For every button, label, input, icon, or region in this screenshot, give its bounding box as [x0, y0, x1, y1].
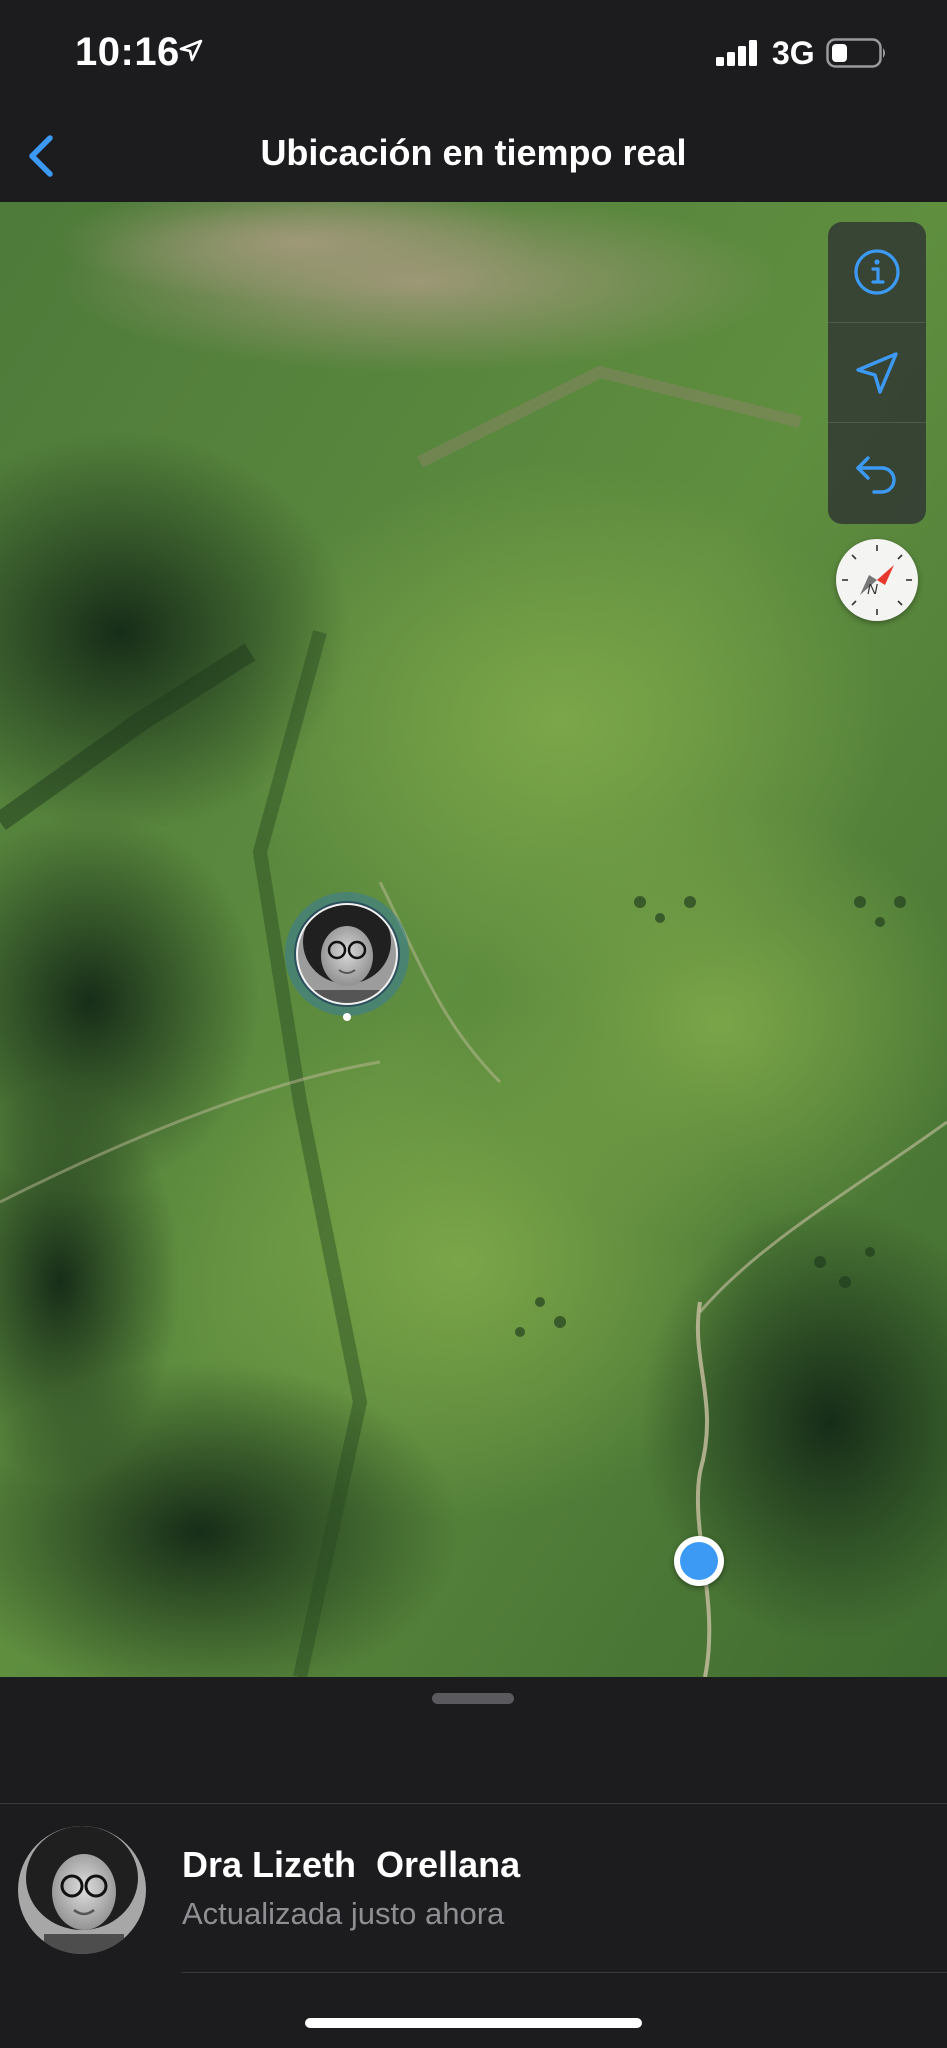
avatar [18, 1826, 146, 1954]
battery-icon [826, 38, 888, 73]
compass-north-label: N [867, 581, 878, 598]
sheet-grabber[interactable] [432, 1693, 514, 1704]
network-label: 3G [772, 35, 815, 71]
map-controls [828, 222, 926, 524]
current-location-dot[interactable] [674, 1536, 724, 1586]
contact-row[interactable]: Dra Lizeth Orellana Actualizada justo ah… [0, 1804, 947, 1974]
contact-name: Dra Lizeth Orellana [182, 1844, 521, 1885]
row-divider [182, 1972, 947, 1973]
location-arrow-icon [856, 352, 898, 394]
compass-icon [842, 545, 912, 615]
navigation-bar: Ubicación en tiempo real [0, 110, 947, 202]
contact-status: Actualizada justo ahora [182, 1896, 505, 1931]
info-icon [854, 249, 900, 295]
status-time: 10:16 [75, 30, 180, 74]
friend-location-pin[interactable] [282, 892, 412, 1022]
track-location-button[interactable] [828, 322, 926, 423]
status-bar: 10:16 3G [0, 0, 947, 110]
signal-icon [716, 40, 760, 71]
bottom-sheet[interactable]: Dra Lizeth Orellana Actualizada justo ah… [0, 1677, 947, 2048]
home-indicator[interactable] [305, 2018, 642, 2028]
undo-arrow-icon [856, 456, 896, 494]
location-arrow-icon [178, 38, 204, 69]
info-button[interactable] [828, 222, 926, 322]
compass-button[interactable]: N [836, 539, 918, 621]
return-button[interactable] [828, 422, 926, 523]
satellite-map[interactable] [0, 202, 947, 1677]
page-title: Ubicación en tiempo real [260, 132, 687, 173]
map-terrain [0, 202, 947, 1677]
